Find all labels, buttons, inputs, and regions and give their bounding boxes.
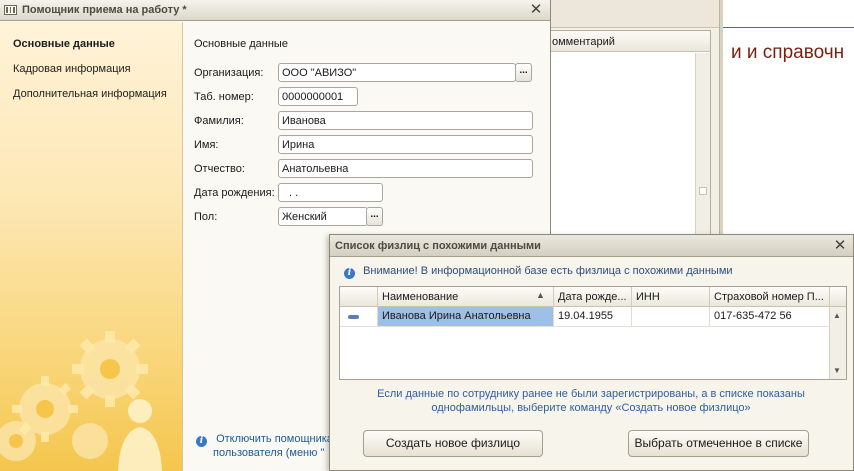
nav-item-basic-data[interactable]: Основные данные: [13, 38, 115, 50]
gears-illustration: [0, 331, 162, 471]
sort-icon: ▲: [536, 290, 545, 300]
close-icon[interactable]: ✕: [832, 238, 848, 254]
wizard-sidebar: Основные данные Кадровая информация Допо…: [0, 22, 183, 471]
background-grid-header: омментарий: [549, 31, 710, 52]
dialog-title: Список физлиц с похожими данными: [330, 235, 853, 257]
row-marker-icon: [348, 315, 359, 319]
column-header-name-label: Наименование: [382, 291, 459, 303]
select-marked-button[interactable]: Выбрать отмеченное в списке: [628, 430, 809, 457]
tab-number-label: Таб. номер:: [194, 91, 254, 103]
gender-select-button[interactable]: ...: [366, 207, 383, 226]
last-name-field[interactable]: Иванова: [278, 111, 533, 130]
disable-assistant-hint[interactable]: i Отключить помощника пользователя (меню…: [196, 433, 336, 460]
info-icon: i: [196, 436, 207, 447]
last-name-label: Фамилия:: [194, 115, 244, 127]
organization-select-button[interactable]: ...: [515, 63, 532, 82]
close-icon[interactable]: ✕: [528, 2, 544, 18]
window-titlebar: Помощник приема на работу *: [0, 0, 550, 21]
background-scrollbar[interactable]: [695, 53, 710, 234]
patronymic-label: Отчество:: [194, 163, 245, 175]
organization-field[interactable]: ООО "АВИЗО": [278, 63, 516, 82]
disable-assistant-text-line2: пользователя (меню ": [213, 447, 325, 459]
tab-number-field[interactable]: 0000000001: [278, 87, 358, 106]
column-header-birth-date[interactable]: Дата рожде...: [554, 287, 632, 307]
cell-name[interactable]: Иванова Ирина Анатольевна: [378, 307, 554, 326]
create-new-hint: Если данные по сотруднику ранее не были …: [377, 388, 805, 414]
warning-message: i Внимание! В информационной базе есть ф…: [344, 265, 733, 279]
background-toolbar: [548, 0, 720, 28]
birth-date-label: Дата рождения:: [194, 187, 275, 199]
cell-birth-date[interactable]: 19.04.1955: [554, 307, 632, 326]
organization-label: Организация:: [194, 67, 264, 79]
create-new-person-button[interactable]: Создать новое физлицо: [363, 430, 543, 457]
similar-persons-dialog: Список физлиц с похожими данными ✕ i Вни…: [329, 234, 854, 471]
row-marker-cell: [340, 307, 378, 326]
birth-date-field[interactable]: . .: [278, 183, 383, 202]
info-icon: i: [344, 268, 355, 279]
gender-label: Пол:: [194, 211, 218, 223]
app-window-icon: [4, 5, 17, 15]
patronymic-field[interactable]: Анатольевна: [278, 159, 533, 178]
table-row[interactable]: Иванова Ирина Анатольевна 19.04.1955 017…: [340, 307, 830, 327]
first-name-field[interactable]: Ирина: [278, 135, 533, 154]
background-panel: и и справочн: [723, 0, 854, 235]
first-name-label: Имя:: [194, 139, 219, 151]
table-scrollbar[interactable]: ▲ ▼: [829, 307, 846, 379]
background-grid: омментарий: [548, 30, 711, 235]
cell-snils[interactable]: 017-635-472 56: [710, 307, 830, 326]
disable-assistant-text-line1: Отключить помощника: [216, 433, 333, 445]
gender-field[interactable]: Женский: [278, 207, 368, 226]
column-header-snils[interactable]: Страховой номер П...: [710, 287, 830, 307]
column-header-marker: [340, 287, 378, 307]
column-header-inn[interactable]: ИНН: [632, 287, 710, 307]
warning-text: Внимание! В информационной базе есть физ…: [363, 265, 733, 277]
table-header: Наименование ▲ Дата рожде... ИНН Страхов…: [340, 287, 846, 307]
nav-item-hr-info[interactable]: Кадровая информация: [13, 63, 131, 75]
column-header-name[interactable]: Наименование: [378, 287, 554, 307]
nav-item-additional-info[interactable]: Дополнительная информация: [13, 88, 167, 100]
scroll-down-icon[interactable]: ▼: [833, 366, 841, 375]
cell-inn[interactable]: [632, 307, 710, 326]
window-title: Помощник приема на работу *: [22, 4, 187, 16]
background-heading: и и справочн: [731, 42, 845, 63]
similar-persons-table: Наименование ▲ Дата рожде... ИНН Страхов…: [339, 286, 847, 380]
section-title: Основные данные: [194, 38, 288, 50]
scroll-up-icon[interactable]: ▲: [833, 311, 841, 320]
